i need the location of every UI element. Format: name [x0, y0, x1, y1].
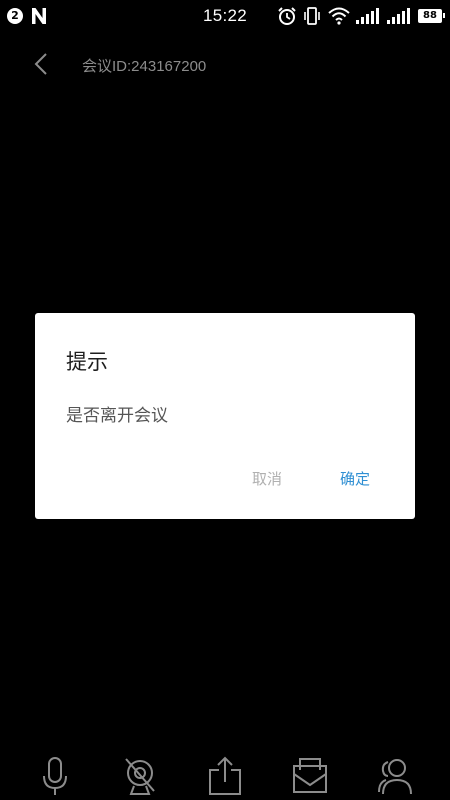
- leave-meeting-dialog: 提示 是否离开会议 取消 确定: [35, 313, 415, 519]
- participants-icon: [378, 759, 412, 795]
- bottom-toolbar: [0, 752, 450, 800]
- camera-button[interactable]: [120, 754, 160, 798]
- notification-badge-icon: 2: [7, 8, 23, 24]
- cancel-button[interactable]: 取消: [239, 465, 295, 493]
- battery-icon: 88: [418, 9, 445, 23]
- confirm-button[interactable]: 确定: [327, 465, 383, 493]
- microphone-button[interactable]: [35, 754, 75, 798]
- signal-icon: [356, 8, 379, 24]
- meeting-id-label: 会议ID:243167200: [82, 58, 207, 75]
- status-bar: 2 15:22 88: [0, 0, 450, 33]
- share-icon: [209, 756, 241, 795]
- status-time: 15:22: [203, 6, 248, 25]
- share-button[interactable]: [205, 754, 245, 798]
- n-app-icon: [32, 8, 46, 24]
- vibrate-icon: [304, 7, 320, 25]
- alarm-icon: [278, 7, 296, 25]
- message-icon: [293, 758, 327, 793]
- signal-icon: [387, 8, 410, 24]
- chevron-left-icon[interactable]: [30, 50, 54, 78]
- message-button[interactable]: [290, 754, 330, 798]
- wifi-icon: [328, 7, 350, 25]
- dialog-message: 是否离开会议: [66, 406, 168, 426]
- dialog-title: 提示: [66, 350, 108, 374]
- camera-off-icon: [125, 758, 155, 795]
- participants-button[interactable]: [375, 754, 415, 798]
- microphone-icon: [43, 757, 67, 795]
